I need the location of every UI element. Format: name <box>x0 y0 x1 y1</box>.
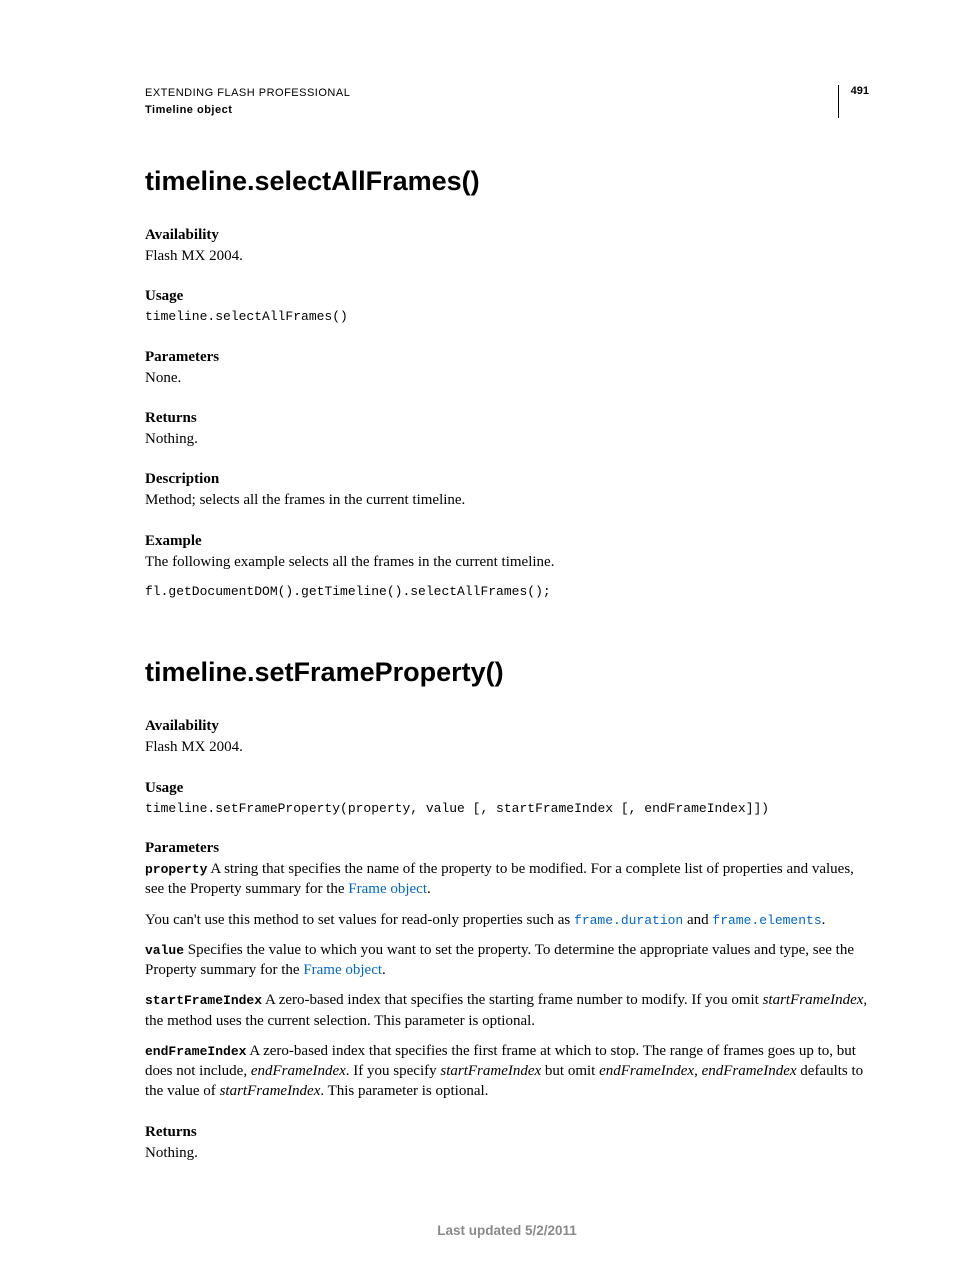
method-selectAllFrames: timeline.selectAllFrames() Availability … <box>145 166 869 601</box>
link-frame-object[interactable]: Frame object <box>348 881 427 897</box>
label-example: Example <box>145 533 869 550</box>
label-returns: Returns <box>145 410 869 427</box>
text-availability: Flash MX 2004. <box>145 737 869 757</box>
code-usage: timeline.selectAllFrames() <box>145 307 869 327</box>
label-availability: Availability <box>145 227 869 244</box>
text-returns: Nothing. <box>145 429 869 449</box>
text-returns: Nothing. <box>145 1143 869 1163</box>
label-availability: Availability <box>145 718 869 735</box>
param-property: property A string that specifies the nam… <box>145 859 869 900</box>
text-description: Method; selects all the frames in the cu… <box>145 490 869 510</box>
method-title: timeline.selectAllFrames() <box>145 166 869 197</box>
param-name-startFrameIndex: startFrameIndex <box>145 993 262 1008</box>
header-doc-title: EXTENDING FLASH PROFESSIONAL <box>145 85 838 102</box>
text-example-intro: The following example selects all the fr… <box>145 552 869 572</box>
param-name-property: property <box>145 862 207 877</box>
text-parameters: None. <box>145 368 869 388</box>
code-example: fl.getDocumentDOM().getTimeline().select… <box>145 582 869 602</box>
page-number: 491 <box>838 85 869 118</box>
label-parameters: Parameters <box>145 840 869 857</box>
link-frame-object[interactable]: Frame object <box>303 962 382 978</box>
header-section-title: Timeline object <box>145 102 838 119</box>
code-usage: timeline.setFrameProperty(property, valu… <box>145 799 869 819</box>
link-frame-elements[interactable]: frame.elements <box>712 913 821 928</box>
link-frame-duration[interactable]: frame.duration <box>574 913 683 928</box>
param-endFrameIndex: endFrameIndex A zero-based index that sp… <box>145 1041 869 1102</box>
label-usage: Usage <box>145 780 869 797</box>
footer-updated: Last updated 5/2/2011 <box>145 1223 869 1238</box>
method-setFrameProperty: timeline.setFrameProperty() Availability… <box>145 657 869 1163</box>
page-header: EXTENDING FLASH PROFESSIONAL Timeline ob… <box>145 85 869 118</box>
label-usage: Usage <box>145 288 869 305</box>
param-readonly-note: You can't use this method to set values … <box>145 910 869 930</box>
param-startFrameIndex: startFrameIndex A zero-based index that … <box>145 990 869 1031</box>
label-description: Description <box>145 471 869 488</box>
param-name-endFrameIndex: endFrameIndex <box>145 1044 246 1059</box>
label-parameters: Parameters <box>145 349 869 366</box>
method-title: timeline.setFrameProperty() <box>145 657 869 688</box>
label-returns: Returns <box>145 1124 869 1141</box>
param-name-value: value <box>145 943 184 958</box>
text-availability: Flash MX 2004. <box>145 246 869 266</box>
param-value: value Specifies the value to which you w… <box>145 940 869 981</box>
